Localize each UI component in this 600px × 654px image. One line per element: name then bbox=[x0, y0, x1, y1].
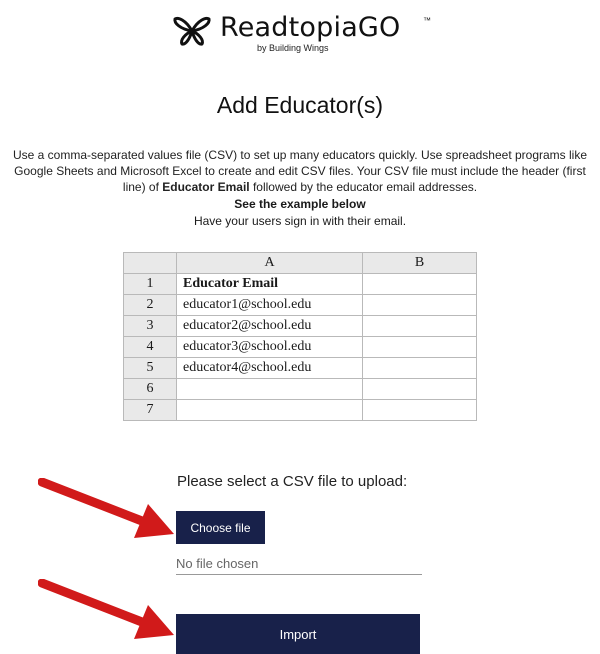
arrow-pointer-icon bbox=[38, 579, 174, 639]
import-button[interactable]: Import bbox=[176, 614, 420, 654]
cell-b bbox=[362, 399, 477, 421]
cell-b bbox=[362, 336, 477, 358]
table-row: 3 educator2@school.edu bbox=[123, 315, 477, 337]
cell-a: educator2@school.edu bbox=[176, 315, 363, 337]
signin-note: Have your users sign in with their email… bbox=[193, 214, 407, 228]
file-status-text: No file chosen bbox=[176, 556, 259, 571]
cell-b bbox=[362, 378, 477, 400]
instructions-text: Use a comma-separated values file (CSV) … bbox=[6, 147, 594, 195]
cell-a: educator1@school.edu bbox=[176, 294, 363, 316]
upload-label: Please select a CSV file to upload: bbox=[177, 473, 408, 490]
choose-file-button[interactable]: Choose file bbox=[176, 511, 265, 544]
table-row: 4 educator3@school.edu bbox=[123, 336, 477, 358]
row-number: 3 bbox=[123, 315, 177, 337]
cell-b bbox=[362, 315, 477, 337]
table-row: 5 educator4@school.edu bbox=[123, 357, 477, 379]
sheet-header-row: A B bbox=[123, 252, 477, 274]
butterfly-logo-icon bbox=[173, 16, 211, 46]
page-title: Add Educator(s) bbox=[216, 92, 384, 118]
cell-a: Educator Email bbox=[176, 273, 363, 295]
table-row: 7 bbox=[123, 399, 477, 421]
table-row: 6 bbox=[123, 378, 477, 400]
cell-a: educator3@school.edu bbox=[176, 336, 363, 358]
cell-b bbox=[362, 357, 477, 379]
cell-b bbox=[362, 294, 477, 316]
example-spreadsheet: A B 1 Educator Email 2 educator1@school.… bbox=[123, 252, 477, 421]
cell-a: educator4@school.edu bbox=[176, 357, 363, 379]
trademark-mark: ™ bbox=[423, 16, 431, 25]
row-number: 5 bbox=[123, 357, 177, 379]
cell-b bbox=[362, 273, 477, 295]
sheet-corner-cell bbox=[123, 252, 177, 274]
row-number: 4 bbox=[123, 336, 177, 358]
brand-tagline: by Building Wings bbox=[257, 43, 329, 53]
instructions-part2: followed by the educator email addresses… bbox=[249, 180, 478, 194]
brand-name: ReadtopiaGO bbox=[220, 12, 401, 43]
row-number: 2 bbox=[123, 294, 177, 316]
example-note: See the example below bbox=[234, 197, 366, 211]
column-header-a: A bbox=[176, 252, 363, 274]
row-number: 7 bbox=[123, 399, 177, 421]
cell-a bbox=[176, 399, 363, 421]
column-header-b: B bbox=[362, 252, 477, 274]
brand-logo: ReadtopiaGO ™ by Building Wings bbox=[172, 10, 432, 56]
table-row: 2 educator1@school.edu bbox=[123, 294, 477, 316]
table-row: 1 Educator Email bbox=[123, 273, 477, 295]
arrow-pointer-icon bbox=[38, 478, 174, 538]
row-number: 1 bbox=[123, 273, 177, 295]
cell-a bbox=[176, 378, 363, 400]
row-number: 6 bbox=[123, 378, 177, 400]
instructions-bold-header: Educator Email bbox=[162, 180, 250, 194]
file-field-underline bbox=[176, 574, 422, 575]
